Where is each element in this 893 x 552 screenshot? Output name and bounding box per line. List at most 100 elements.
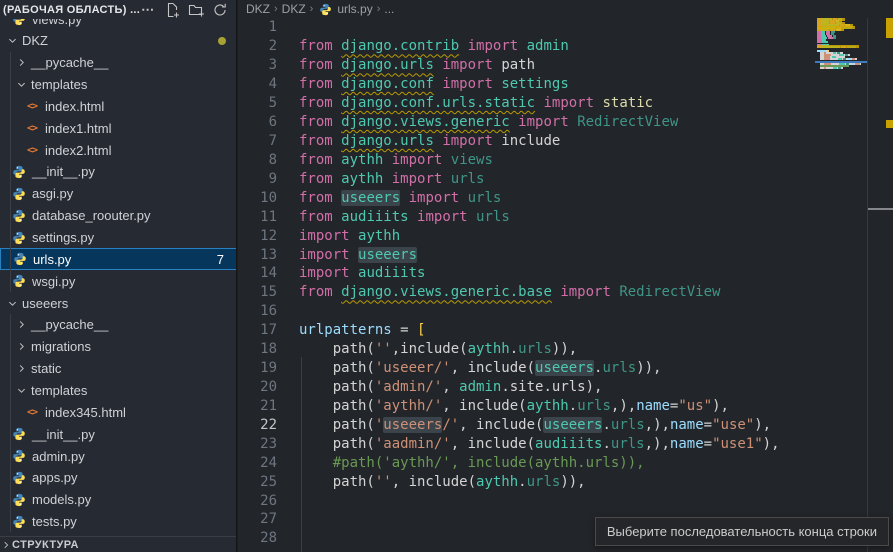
code-line-4[interactable]: 4from django.conf import settings (238, 75, 815, 94)
code-line-5[interactable]: 5from django.conf.urls.static import sta… (238, 94, 815, 113)
code-line-11[interactable]: 11from audiiits import urls (238, 207, 815, 226)
line-number: 11 (238, 209, 299, 225)
line-number: 12 (238, 228, 299, 244)
file-label: apps.py (32, 470, 78, 485)
code-line-9[interactable]: 9from aythh import urls (238, 169, 815, 188)
tree-item-tests-py[interactable]: tests.py (0, 511, 237, 533)
line-content: from useeers import urls (299, 190, 501, 206)
line-number: 7 (238, 133, 299, 149)
line-number: 9 (238, 171, 299, 187)
code-line-7[interactable]: 7from django.urls import include (238, 132, 815, 151)
tree-item-index345-html[interactable]: <>index345.html (0, 401, 237, 423)
code-line-17[interactable]: 17urlpatterns = [ (238, 321, 815, 340)
tree-item-database-roouter-py[interactable]: database_roouter.py (0, 205, 237, 227)
file-label: models.py (32, 492, 91, 507)
file-label: database_roouter.py (32, 208, 151, 223)
new-folder-button[interactable] (188, 2, 204, 18)
tree-item-dkz[interactable]: DKZ (0, 30, 237, 52)
chevron-right-icon (0, 537, 12, 552)
chevron-down-icon (13, 382, 29, 398)
collapse-all-icon (236, 2, 237, 18)
line-content: from django.conf.urls.static import stat… (299, 95, 653, 111)
html-file-icon: <> (24, 142, 40, 158)
tree-item-urls-py[interactable]: urls.py7 (0, 248, 237, 270)
code-line-21[interactable]: 21 path('aythh/', include(aythh.urls,),n… (238, 396, 815, 415)
code-line-26[interactable]: 26 (238, 491, 815, 510)
tree-item-init-py[interactable]: __init__.py (0, 161, 237, 183)
code-line-25[interactable]: 25 path('', include(aythh.urls)), (238, 472, 815, 491)
code-line-13[interactable]: 13import useeers (238, 245, 815, 264)
tree-item-models-py[interactable]: models.py (0, 489, 237, 511)
line-content: from django.urls import include (299, 133, 560, 149)
breadcrumb-item-symbol[interactable]: ... (384, 2, 394, 16)
line-number: 3 (238, 57, 299, 73)
code-line-14[interactable]: 14import audiiits (238, 264, 815, 283)
code-line-22[interactable]: 22 path('useeers/', include(useeers.urls… (238, 415, 815, 434)
line-content: urlpatterns = [ (299, 322, 425, 338)
indent-guide (301, 357, 302, 552)
code-editor[interactable]: 12from django.contrib import admin3from … (238, 18, 815, 552)
line-number: 28 (238, 530, 299, 546)
tree-item-templates[interactable]: templates (0, 379, 237, 401)
tree-item-static[interactable]: static (0, 358, 237, 380)
tree-item-pycache[interactable]: __pycache__ (0, 314, 237, 336)
overview-ruler-mark (886, 120, 893, 128)
chevron-down-icon (4, 295, 20, 311)
code-line-6[interactable]: 6from django.views.generic import Redire… (238, 113, 815, 132)
minimap[interactable] (815, 0, 867, 552)
line-number: 19 (238, 360, 299, 376)
overview-ruler-mark (868, 208, 893, 210)
outline-section-header[interactable]: СТРУКТУРА (0, 536, 237, 552)
refresh-button[interactable] (212, 2, 228, 18)
new-file-button[interactable] (164, 2, 180, 18)
tree-item-index2-html[interactable]: <>index2.html (0, 139, 237, 161)
new-file-icon (164, 2, 180, 18)
chevron-right-icon (13, 339, 29, 355)
tree-item-asgi-py[interactable]: asgi.py (0, 183, 237, 205)
tree-item-index-html[interactable]: <>index.html (0, 95, 237, 117)
tree-item-admin-py[interactable]: admin.py (0, 445, 237, 467)
chevron-down-icon (13, 77, 29, 93)
code-line-16[interactable]: 16 (238, 302, 815, 321)
code-line-8[interactable]: 8from aythh import views (238, 150, 815, 169)
workspace-title: (РАБОЧАЯ ОБЛАСТЬ) ... (3, 4, 140, 16)
code-line-20[interactable]: 20 path('admin/', admin.site.urls), (238, 378, 815, 397)
collapse-all-button[interactable] (236, 2, 237, 18)
chevron-separator-icon: › (377, 3, 381, 15)
python-file-icon (11, 230, 27, 246)
code-line-19[interactable]: 19 path('useeer/', include(useeers.urls)… (238, 359, 815, 378)
breadcrumb-item-project[interactable]: DKZ (246, 2, 270, 16)
line-content: from audiiits import urls (299, 209, 510, 225)
line-number: 21 (238, 398, 299, 414)
tree-item-settings-py[interactable]: settings.py (0, 227, 237, 249)
breadcrumb-item-file[interactable]: urls.py (337, 2, 372, 16)
eol-sequence-tooltip: Выберите последовательность конца строки (595, 517, 889, 546)
tree-item-migrations[interactable]: migrations (0, 336, 237, 358)
code-line-15[interactable]: 15from django.views.generic.base import … (238, 283, 815, 302)
chevron-right-icon (13, 361, 29, 377)
file-label: wsgi.py (32, 274, 75, 289)
tree-item-useeers[interactable]: useeers (0, 292, 237, 314)
more-actions-icon[interactable]: ⋯ (140, 2, 156, 18)
code-line-2[interactable]: 2from django.contrib import admin (238, 37, 815, 56)
tree-item-templates[interactable]: templates (0, 74, 237, 96)
explorer-sidebar: views.pyDKZ__pycache__templates<>index.h… (0, 0, 237, 552)
tree-item-wsgi-py[interactable]: wsgi.py (0, 270, 237, 292)
code-line-10[interactable]: 10from useeers import urls (238, 188, 815, 207)
overview-ruler[interactable] (867, 0, 893, 552)
file-tree[interactable]: views.pyDKZ__pycache__templates<>index.h… (0, 0, 236, 533)
tree-item-pycache[interactable]: __pycache__ (0, 52, 237, 74)
tree-item-init-py[interactable]: __init__.py (0, 423, 237, 445)
file-label: settings.py (32, 230, 94, 245)
code-line-1[interactable]: 1 (238, 18, 815, 37)
code-line-12[interactable]: 12import aythh (238, 226, 815, 245)
breadcrumb-item-folder[interactable]: DKZ (282, 2, 306, 16)
problems-badge: 7 (217, 252, 224, 267)
tree-item-apps-py[interactable]: apps.py (0, 467, 237, 489)
tree-item-index1-html[interactable]: <>index1.html (0, 117, 237, 139)
line-number: 6 (238, 114, 299, 130)
code-line-23[interactable]: 23 path('aadmin/', include(audiiits.urls… (238, 434, 815, 453)
code-line-3[interactable]: 3from django.urls import path (238, 56, 815, 75)
code-line-24[interactable]: 24 #path('aythh/', include(aythh.urls)), (238, 453, 815, 472)
code-line-18[interactable]: 18 path('',include(aythh.urls)), (238, 340, 815, 359)
